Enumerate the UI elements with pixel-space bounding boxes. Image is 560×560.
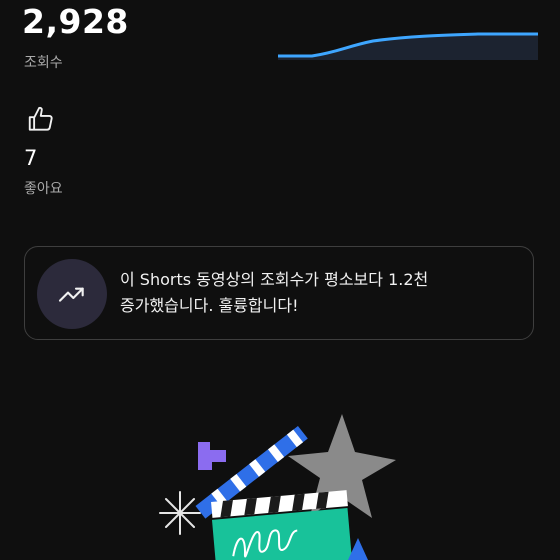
insight-card[interactable]: 이 Shorts 동영상의 조회수가 평소보다 1.2천 증가했습니다. 훌륭합… — [24, 246, 534, 340]
likes-count: 7 — [24, 146, 38, 170]
trend-badge — [37, 259, 107, 329]
likes-label: 좋아요 — [24, 181, 63, 197]
views-label: 조회수 — [24, 55, 63, 71]
purple-confetti-shape — [198, 442, 226, 470]
celebration-illustration — [159, 414, 396, 560]
insight-line-2: 증가했습니다. 훌륭합니다! — [120, 296, 299, 315]
thumbs-up-icon[interactable] — [26, 104, 56, 134]
views-count: 2,928 — [22, 2, 129, 41]
insight-line-1: 이 Shorts 동영상의 조회수가 평소보다 1.2천 — [120, 270, 429, 289]
trending-up-icon — [58, 287, 84, 302]
views-sparkline — [278, 32, 538, 60]
sparkle-burst — [159, 491, 201, 535]
insight-message: 이 Shorts 동영상의 조회수가 평소보다 1.2천 증가했습니다. 훌륭합… — [120, 267, 520, 319]
